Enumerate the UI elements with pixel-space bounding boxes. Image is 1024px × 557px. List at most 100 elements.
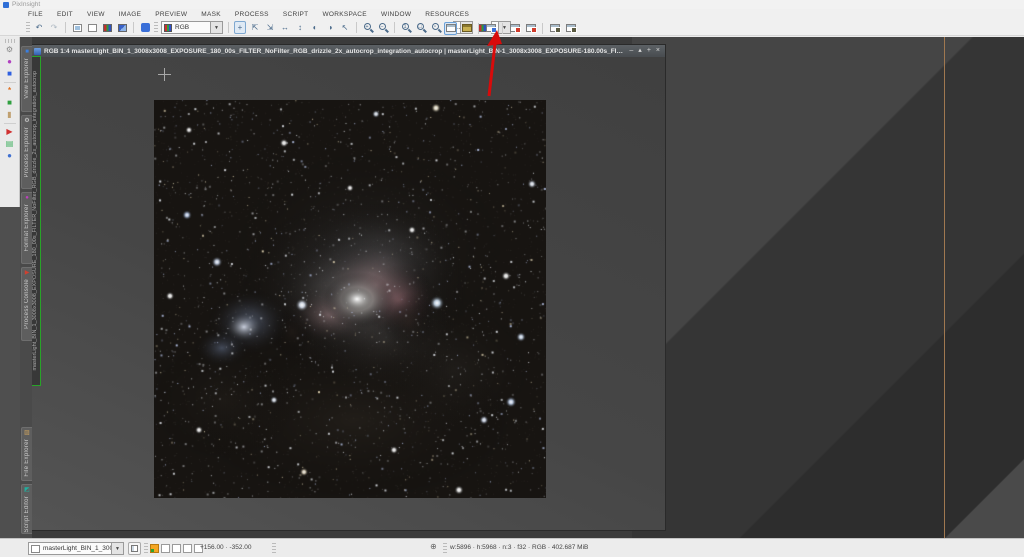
left-strip-separator	[4, 82, 16, 83]
menu-workspace[interactable]: WORKSPACE	[322, 11, 366, 18]
cursor-coordinates: +156.00 · -352.00	[200, 544, 252, 551]
red-flag-icon[interactable]: ▶	[4, 127, 16, 137]
workspace-square[interactable]	[172, 544, 181, 553]
orange-burst-icon[interactable]: *	[4, 86, 16, 96]
menu-resources[interactable]: RESOURCES	[425, 11, 469, 18]
view-selector[interactable]: masterLight_BIN_1_3008x3008_EXPOS ▼	[28, 542, 124, 555]
toolbar-separator	[65, 22, 66, 33]
mask-button[interactable]	[139, 21, 151, 34]
tab-script-editor[interactable]: ◩ Script Editor	[21, 484, 32, 534]
image-window-title: RGB 1:4 masterLight_BIN_1_3008x3008_EXPO…	[44, 48, 626, 55]
menu-script[interactable]: SCRIPT	[283, 11, 309, 18]
main-area: ⚙ ● ■ * ■ ▮ ▶ ▤ ● ■ View Explorer ⚙ Proc…	[0, 37, 1024, 538]
window-close-button[interactable]: ×	[656, 46, 660, 56]
zoom-1-1-button[interactable]: 1	[400, 21, 412, 34]
menu-mask[interactable]: MASK	[201, 11, 221, 18]
astro-image[interactable]	[154, 100, 546, 498]
new-image-button[interactable]	[101, 21, 113, 34]
zoom-out-button[interactable]: −	[377, 21, 389, 34]
undo-button[interactable]: ↶	[33, 21, 45, 34]
view-selector-arrow[interactable]: ▼	[111, 543, 123, 554]
expand-window-button[interactable]: ⇱	[249, 21, 261, 34]
normal-window-mode-button[interactable]	[444, 22, 457, 35]
pixinsight-logo-icon	[3, 2, 9, 8]
menu-file[interactable]: FILE	[28, 11, 43, 18]
menu-edit[interactable]: EDIT	[57, 11, 73, 18]
shade-window-button[interactable]	[548, 22, 561, 35]
menu-window[interactable]: WINDOW	[381, 11, 411, 18]
window-red-badge-icon-2	[526, 24, 536, 32]
duplicate-image-button[interactable]	[116, 21, 128, 34]
left-strip-drag-handle[interactable]	[5, 39, 15, 43]
track-view-button[interactable]: +	[234, 21, 246, 34]
fit-screen-button[interactable]: ▫	[430, 21, 442, 34]
status-separator	[272, 543, 276, 554]
zoom-in-button[interactable]: +	[362, 21, 374, 34]
fit-view-button[interactable]: □	[415, 21, 427, 34]
tab-file-explorer[interactable]: ▨ File Explorer	[21, 427, 32, 481]
toolbar-drag-handle[interactable]	[154, 22, 158, 33]
image-window-title-bar[interactable]: RGB 1:4 masterLight_BIN_1_3008x3008_EXPO…	[32, 45, 665, 57]
blue-image-icon	[118, 24, 127, 32]
workspace-square[interactable]	[161, 544, 170, 553]
channel-selector-arrow[interactable]: ▼	[210, 22, 222, 33]
purple-circle-icon[interactable]: ●	[4, 57, 16, 67]
tab-view-explorer[interactable]: ■ View Explorer	[21, 46, 32, 112]
tab-label: File Explorer	[24, 439, 30, 477]
tab-label: Script Editor	[24, 496, 30, 533]
window-icon	[88, 24, 97, 32]
gear-icon[interactable]: ⚙	[4, 45, 16, 55]
workspace-square-active[interactable]	[150, 544, 159, 553]
new-window-button[interactable]	[86, 21, 98, 34]
view-properties-button[interactable]	[128, 542, 141, 555]
close-window-button[interactable]	[508, 22, 521, 35]
script-editor-icon: ◩	[24, 487, 30, 494]
rgb-image-icon	[103, 24, 112, 32]
menu-process[interactable]: PROCESS	[235, 11, 269, 18]
tab-process-explorer[interactable]: ⚙ Process Explorer	[21, 115, 32, 189]
zoom-in-icon: +	[363, 22, 374, 34]
menu-image[interactable]: IMAGE	[119, 11, 141, 18]
pan-vertical-icon: ↕	[298, 23, 302, 32]
stf-b-button[interactable]: ◑	[324, 21, 336, 34]
dock-tab-strip: ■ View Explorer ⚙ Process Explorer ● For…	[20, 37, 32, 538]
blue-sphere-icon[interactable]: ●	[4, 151, 16, 161]
toolbar-separator	[478, 23, 479, 34]
shade-all-windows-button[interactable]	[564, 22, 577, 35]
menu-view[interactable]: VIEW	[87, 11, 105, 18]
iconize-window-button[interactable]	[484, 22, 497, 35]
window-shade-button[interactable]: ▴	[638, 46, 642, 56]
green-cube-icon[interactable]: ■	[4, 98, 16, 108]
tab-format-explorer[interactable]: ● Format Explorer	[21, 192, 32, 264]
shrink-window-button[interactable]: ⇲	[264, 21, 276, 34]
blue-square-icon[interactable]: ■	[4, 69, 16, 79]
pan-mode-icon[interactable]: ⊕	[430, 542, 437, 551]
green-document-icon[interactable]: ▤	[4, 139, 16, 149]
workspace-square[interactable]	[183, 544, 192, 553]
redo-button[interactable]: ↷	[48, 21, 60, 34]
stf-a-button[interactable]: ◐	[309, 21, 321, 34]
menu-preview[interactable]: PREVIEW	[155, 11, 187, 18]
image-window[interactable]: RGB 1:4 masterLight_BIN_1_3008x3008_EXPO…	[32, 44, 666, 531]
image-window-content[interactable]	[32, 57, 665, 530]
tab-label: View Explorer	[24, 58, 30, 99]
window-iconize-button[interactable]: –	[629, 46, 633, 56]
cursor-icon: ↖	[342, 23, 349, 32]
window-blue-badge-icon	[486, 24, 496, 32]
pan-vertical-button[interactable]: ↕	[294, 21, 306, 34]
database-icon[interactable]: ▮	[4, 110, 16, 120]
select-cursor-button[interactable]: ↖	[339, 21, 351, 34]
tab-process-console[interactable]: ▶ Process Console	[21, 267, 32, 341]
toolbar-drag-handle[interactable]	[26, 22, 30, 33]
window-maximize-button[interactable]: +	[647, 46, 651, 56]
fit-view-icon: □	[416, 22, 427, 34]
iconized-window-tab[interactable]: masterLight_BIN_1_3008x3008_EXPOSURE_180…	[32, 56, 41, 386]
format-explorer-icon: ●	[25, 195, 29, 202]
window-dark-badge-icon-2	[566, 24, 576, 32]
channel-selector[interactable]: RGB ▼	[161, 21, 223, 34]
thumbnail-mode-button[interactable]	[460, 22, 473, 35]
window-red-badge-icon	[510, 24, 520, 32]
close-all-windows-button[interactable]	[524, 22, 537, 35]
pan-horizontal-button[interactable]: ↔	[279, 21, 291, 34]
screen-mode-button[interactable]	[71, 21, 83, 34]
